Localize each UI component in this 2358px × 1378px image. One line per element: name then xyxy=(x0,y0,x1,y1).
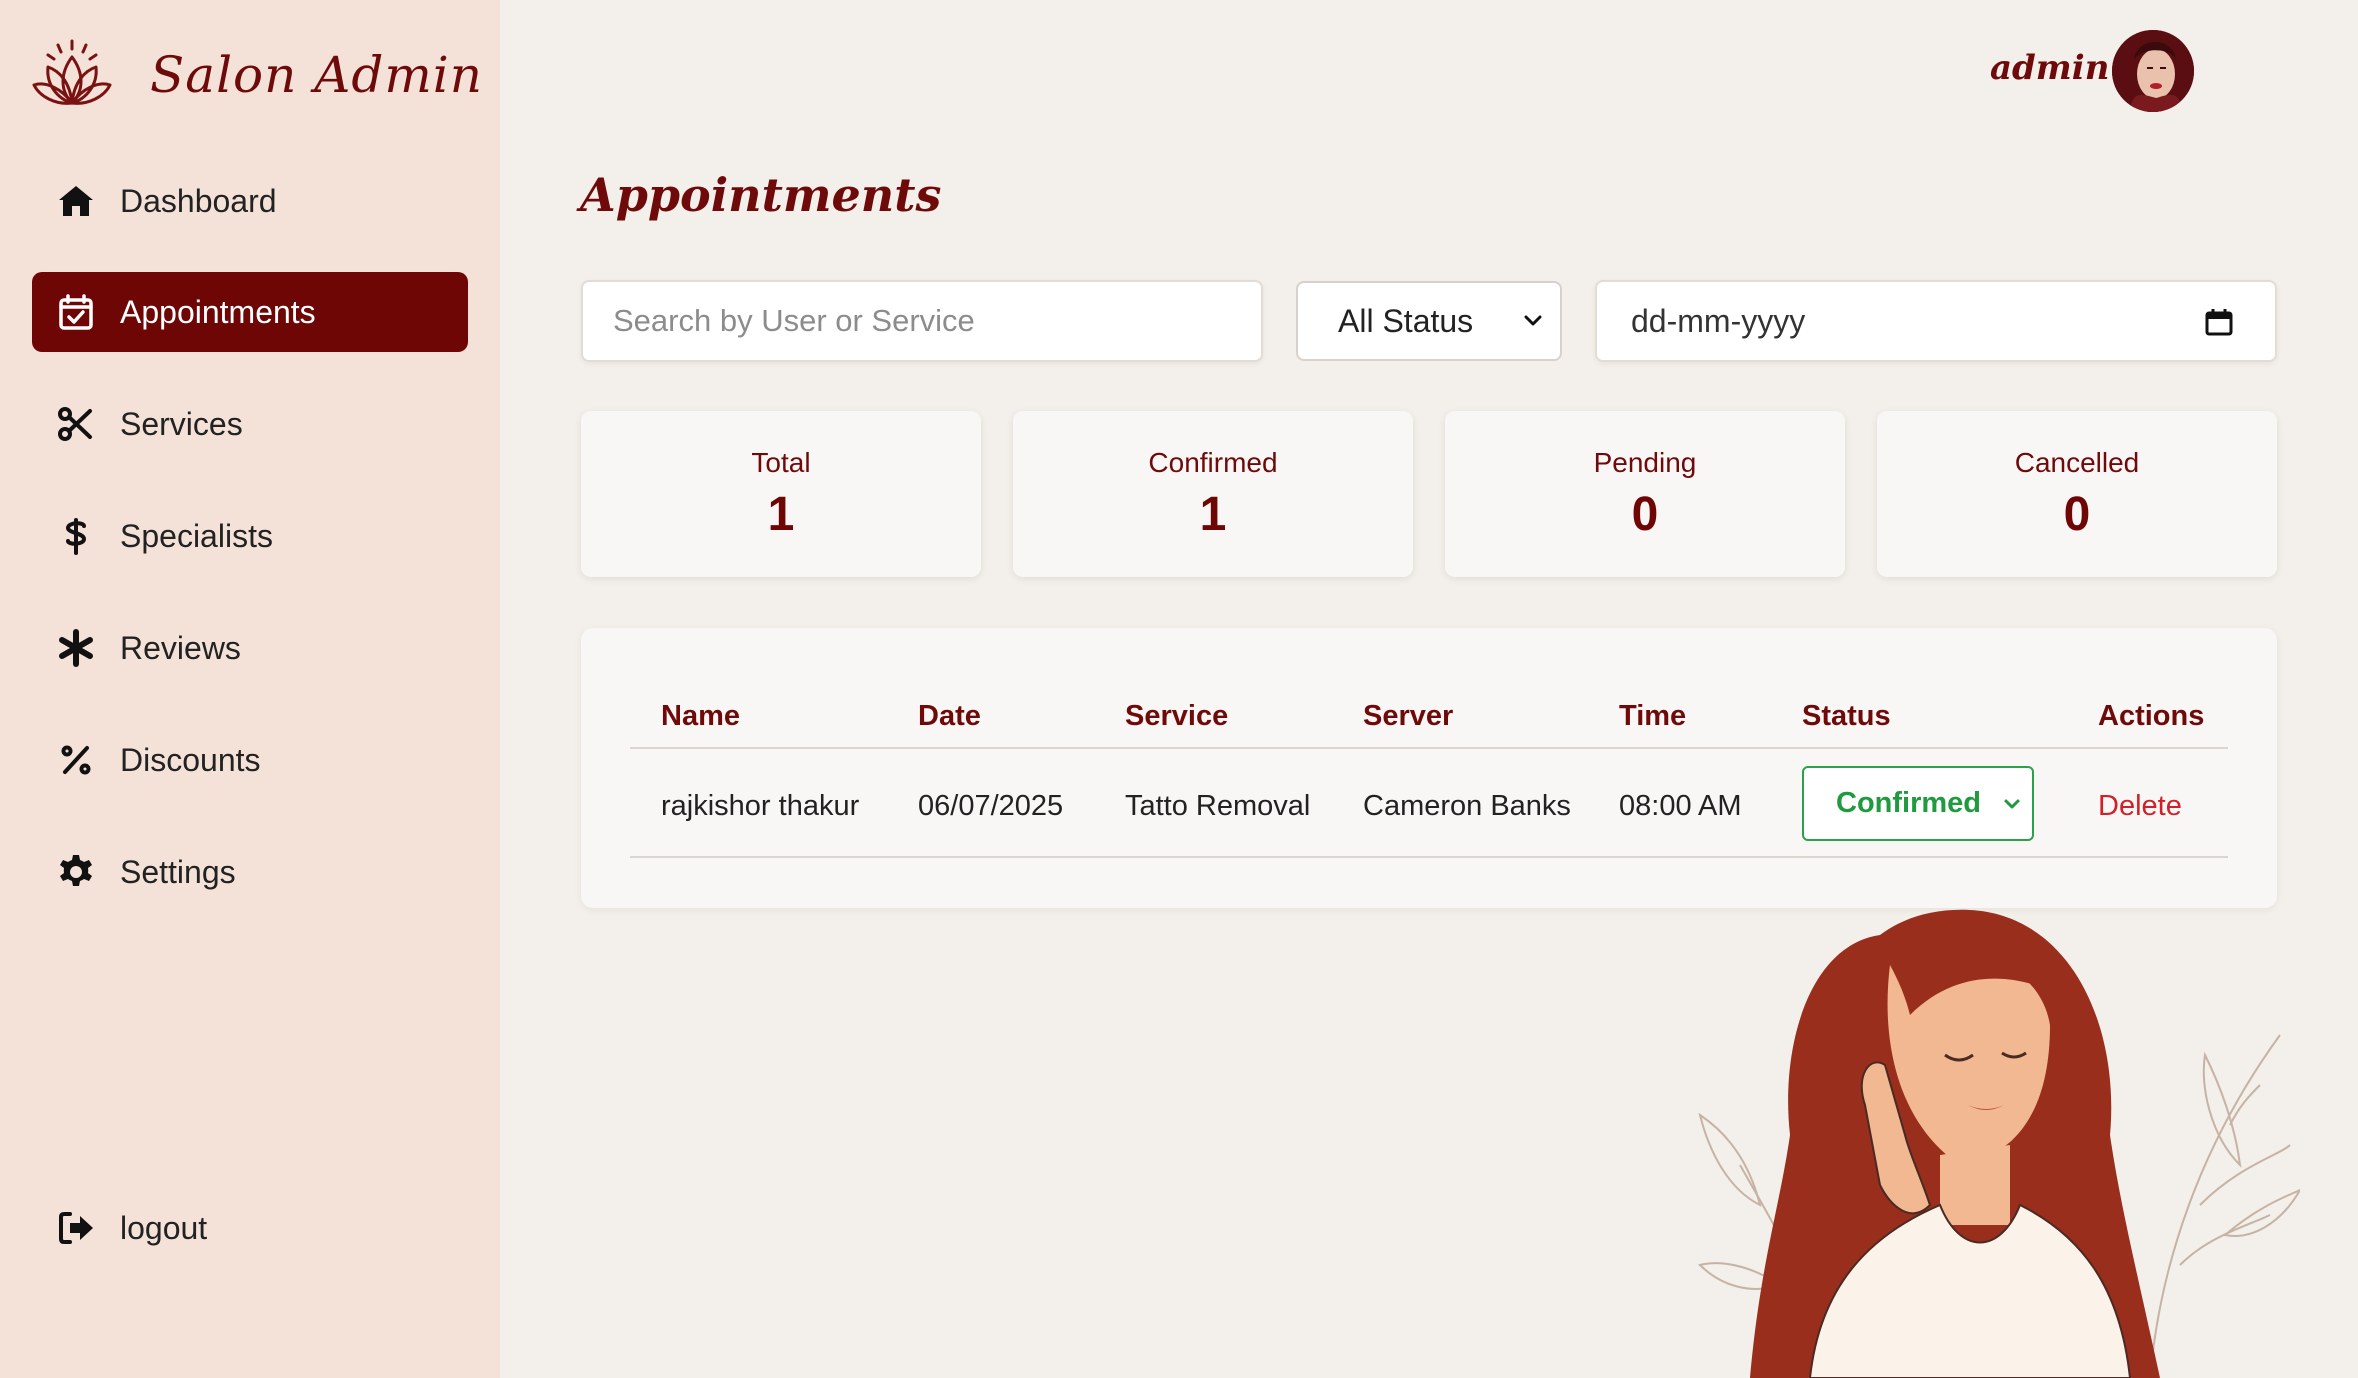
stat-value: 1 xyxy=(1199,488,1227,541)
cell-service: Tatto Removal xyxy=(1125,790,1311,822)
column-header-name[interactable]: Name xyxy=(661,700,740,733)
status-filter-value: All Status xyxy=(1338,302,1474,339)
percent-icon xyxy=(54,738,98,782)
sidebar-item-reviews[interactable]: Reviews xyxy=(32,608,468,688)
stat-value: 0 xyxy=(2063,488,2091,541)
scissors-icon xyxy=(54,402,98,446)
date-placeholder: dd-mm-yyyy xyxy=(1631,302,1806,339)
sidebar-item-specialists[interactable]: Specialists xyxy=(32,496,468,576)
sidebar-item-discounts[interactable]: Discounts xyxy=(32,720,468,800)
table-row-divider xyxy=(630,856,2228,858)
stat-value: 1 xyxy=(767,488,795,541)
column-header-date[interactable]: Date xyxy=(918,700,981,733)
stat-card-confirmed: Confirmed 1 xyxy=(1013,411,1413,577)
user-name[interactable]: admin xyxy=(1990,48,2109,88)
stat-value: 0 xyxy=(1631,488,1659,541)
stat-label: Cancelled xyxy=(2014,447,2140,478)
sidebar-item-label: Specialists xyxy=(120,517,273,554)
table-header-divider xyxy=(630,747,2228,749)
sidebar-item-logout[interactable]: logout xyxy=(32,1188,468,1268)
lotus-icon xyxy=(32,39,112,105)
sidebar-item-services[interactable]: Services xyxy=(32,384,468,464)
gear-icon xyxy=(54,850,98,894)
stat-card-cancelled: Cancelled 0 xyxy=(1877,411,2277,577)
sidebar-item-label: Discounts xyxy=(120,741,261,778)
stat-label: Confirmed xyxy=(1148,447,1278,478)
brand-name: Salon Admin xyxy=(150,46,483,104)
column-header-status[interactable]: Status xyxy=(1802,700,1891,733)
date-filter-input[interactable]: dd-mm-yyyy xyxy=(1595,280,2277,362)
staff-snake-icon xyxy=(54,514,98,558)
page-title: Appointments xyxy=(580,168,942,222)
chevron-down-icon xyxy=(2004,799,2020,809)
column-header-actions: Actions xyxy=(2098,700,2205,732)
sidebar-item-label: Dashboard xyxy=(120,182,277,219)
sidebar-item-dashboard[interactable]: Dashboard xyxy=(32,161,468,241)
sidebar-item-label: Appointments xyxy=(120,293,316,330)
column-header-server[interactable]: Server xyxy=(1363,700,1453,733)
home-icon xyxy=(54,179,98,223)
status-value: Confirmed xyxy=(1836,787,1981,819)
sidebar-item-label: Settings xyxy=(120,853,236,890)
column-header-time[interactable]: Time xyxy=(1619,700,1686,733)
cell-name: rajkishor thakur xyxy=(661,790,860,822)
cell-date: 06/07/2025 xyxy=(918,790,1064,822)
sidebar-item-label: logout xyxy=(120,1209,208,1246)
stat-label: Pending xyxy=(1593,447,1697,478)
stat-label: Total xyxy=(751,447,811,478)
chevron-down-icon xyxy=(1524,315,1542,326)
search-input[interactable] xyxy=(581,280,1263,362)
sidebar-item-settings[interactable]: Settings xyxy=(32,832,468,912)
sidebar-item-label: Reviews xyxy=(120,629,241,666)
calendar-check-icon xyxy=(54,290,98,334)
status-filter-select[interactable]: All Status xyxy=(1296,281,1562,361)
logout-icon xyxy=(54,1206,98,1250)
sidebar-item-appointments[interactable]: Appointments xyxy=(32,272,468,352)
asterisk-icon xyxy=(54,626,98,670)
column-header-service[interactable]: Service xyxy=(1125,700,1228,733)
status-select[interactable]: Confirmed xyxy=(1802,766,2034,841)
cell-server: Cameron Banks xyxy=(1363,790,1571,822)
user-avatar[interactable] xyxy=(2112,30,2194,112)
brand-logo[interactable]: Salon Admin xyxy=(30,30,483,120)
sidebar: Salon Admin Dashboard Appointments Servi… xyxy=(0,0,500,1378)
calendar-icon[interactable] xyxy=(2203,306,2235,338)
stat-card-total: Total 1 xyxy=(581,411,981,577)
stat-card-pending: Pending 0 xyxy=(1445,411,1845,577)
delete-link[interactable]: Delete xyxy=(2098,790,2182,823)
woman-illustration xyxy=(1698,909,2300,1378)
sidebar-item-label: Services xyxy=(120,405,243,442)
cell-time: 08:00 AM xyxy=(1619,790,1742,822)
